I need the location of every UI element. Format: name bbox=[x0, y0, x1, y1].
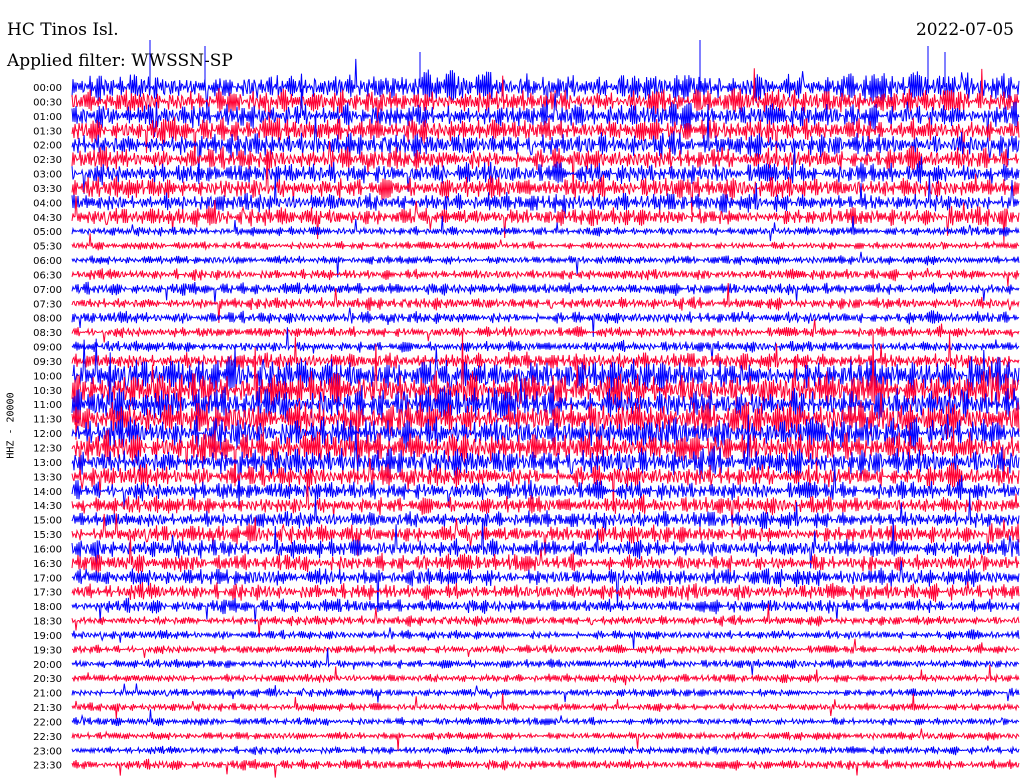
trace-row-2330 bbox=[71, 758, 1020, 778]
trace-row-2100 bbox=[71, 683, 1020, 703]
y-tick-label: 05:00 bbox=[33, 227, 62, 238]
y-tick-label: 16:30 bbox=[33, 559, 62, 570]
y-tick-label: 21:00 bbox=[33, 689, 62, 700]
tick-labels-group: 00:00 00:30 01:00 01:30 02:00 02:30 03:00 03:30… bbox=[33, 83, 62, 772]
y-tick-label: 20:00 bbox=[33, 660, 62, 671]
y-tick-label: 04:00 bbox=[33, 198, 62, 209]
y-tick-label: 08:00 bbox=[33, 314, 62, 325]
y-tick-label: 04:30 bbox=[33, 213, 62, 224]
y-tick-label: 07:30 bbox=[33, 299, 62, 310]
y-tick-label: 10:00 bbox=[33, 371, 62, 382]
y-tick-label: 19:00 bbox=[33, 631, 62, 642]
y-tick-label: 03:00 bbox=[33, 170, 62, 181]
trace-row-0530 bbox=[71, 233, 1020, 251]
y-tick-label: 11:00 bbox=[33, 400, 62, 411]
y-tick-label: 09:30 bbox=[33, 357, 62, 368]
y-tick-label: 22:00 bbox=[33, 717, 62, 728]
y-tick-label: 14:00 bbox=[33, 487, 62, 498]
y-tick-label: 00:30 bbox=[33, 97, 62, 108]
y-tick-label: 22:30 bbox=[33, 732, 62, 743]
trace-row-1600 bbox=[71, 517, 1020, 576]
y-tick-label: 09:00 bbox=[33, 343, 62, 354]
y-tick-label: 21:30 bbox=[33, 703, 62, 714]
y-tick-label: 03:30 bbox=[33, 184, 62, 195]
y-tick-label: 00:00 bbox=[33, 83, 62, 94]
y-tick-label: 12:00 bbox=[33, 429, 62, 440]
y-tick-label: 13:30 bbox=[33, 472, 62, 483]
y-tick-label: 10:30 bbox=[33, 386, 62, 397]
y-tick-label: 02:30 bbox=[33, 155, 62, 166]
y-tick-label: 16:00 bbox=[33, 544, 62, 555]
y-tick-label: 12:30 bbox=[33, 444, 62, 455]
y-tick-label: 01:00 bbox=[33, 112, 62, 123]
y-tick-label: 15:00 bbox=[33, 516, 62, 527]
y-tick-label: 06:30 bbox=[33, 270, 62, 281]
trace-row-0830 bbox=[71, 319, 1020, 343]
y-tick-label: 08:30 bbox=[33, 328, 62, 339]
trace-row-2030 bbox=[71, 664, 1020, 686]
y-tick-label: 05:30 bbox=[33, 242, 62, 253]
y-tick-label: 01:30 bbox=[33, 126, 62, 137]
y-tick-label: 23:00 bbox=[33, 746, 62, 757]
y-tick-label: 18:30 bbox=[33, 617, 62, 628]
y-tick-label: 15:30 bbox=[33, 530, 62, 541]
y-tick-label: 18:00 bbox=[33, 602, 62, 613]
y-tick-label: 14:30 bbox=[33, 501, 62, 512]
y-tick-label: 02:00 bbox=[33, 141, 62, 152]
traces-group bbox=[71, 40, 1020, 778]
trace-row-1930 bbox=[72, 638, 1020, 658]
y-tick-label: 07:00 bbox=[33, 285, 62, 296]
y-tick-label: 17:00 bbox=[33, 573, 62, 584]
trace-row-2200 bbox=[71, 709, 1020, 727]
y-tick-label: 19:30 bbox=[33, 645, 62, 656]
helicorder-plot: 00:00 00:30 01:00 01:30 02:00 02:30 03:00 03:30… bbox=[33, 40, 1020, 778]
trace-row-1730 bbox=[71, 581, 1020, 603]
trace-row-0630 bbox=[71, 267, 1020, 287]
y-tick-label: 11:30 bbox=[33, 415, 62, 426]
trace-row-2300 bbox=[71, 745, 1020, 756]
y-tick-label: 17:30 bbox=[33, 588, 62, 599]
trace-row-2130 bbox=[71, 693, 1020, 720]
y-tick-label: 06:00 bbox=[33, 256, 62, 267]
y-tick-label: 20:30 bbox=[33, 674, 62, 685]
y-tick-label: 13:00 bbox=[33, 458, 62, 469]
y-tick-label: 23:30 bbox=[33, 761, 62, 772]
